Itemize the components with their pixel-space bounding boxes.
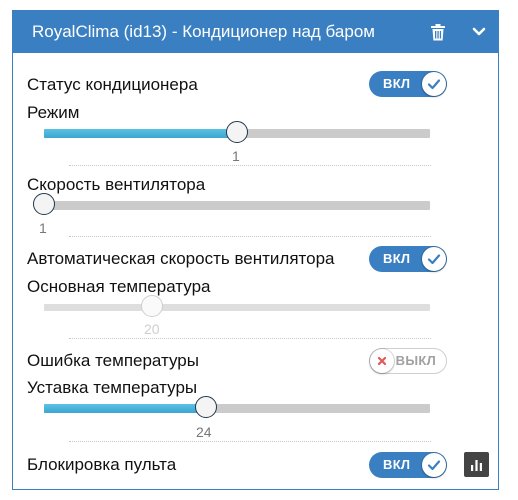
- mode-value: 1: [232, 148, 240, 164]
- fan-speed-slider[interactable]: [33, 191, 430, 219]
- divider: [69, 165, 431, 166]
- toggle-knob: [370, 349, 394, 373]
- ac-status-toggle[interactable]: ВКЛ: [369, 71, 447, 97]
- slider-handle[interactable]: [195, 396, 217, 418]
- setpoint-value: 24: [196, 424, 212, 440]
- divider: [69, 236, 431, 237]
- close-icon: [377, 356, 387, 366]
- trash-icon[interactable]: [427, 21, 449, 43]
- toggle-label: ВКЛ: [383, 76, 411, 91]
- divider: [69, 441, 431, 442]
- fan-speed-value: 1: [39, 220, 47, 236]
- auto-fan-toggle[interactable]: ВКЛ: [369, 246, 447, 272]
- slider-fill: [44, 404, 206, 413]
- toggle-knob: [422, 72, 446, 96]
- toggle-knob: [422, 453, 446, 477]
- panel-header: RoyalClima (id13) - Кондиционер над баро…: [13, 11, 498, 53]
- slider-handle[interactable]: [226, 121, 248, 143]
- auto-fan-label: Автоматическая скорость вентилятора: [27, 249, 335, 268]
- chevron-down-icon[interactable]: [468, 21, 490, 43]
- main-temp-value: 20: [144, 321, 160, 337]
- remote-lock-toggle[interactable]: ВКЛ: [369, 452, 447, 478]
- device-panel: RoyalClima (id13) - Кондиционер над баро…: [12, 10, 499, 490]
- main-temp-slider: [44, 293, 430, 321]
- check-icon: [427, 79, 441, 90]
- temp-error-toggle[interactable]: ВЫКЛ: [369, 348, 447, 374]
- check-icon: [427, 254, 441, 265]
- slider-track: [44, 201, 430, 210]
- check-icon: [427, 460, 441, 471]
- setpoint-slider[interactable]: [44, 394, 430, 422]
- divider: [69, 338, 431, 339]
- device-title: RoyalClima (id13) - Кондиционер над баро…: [32, 22, 375, 41]
- slider-track: [44, 304, 430, 311]
- slider-handle: [141, 295, 163, 317]
- toggle-knob: [422, 247, 446, 271]
- toggle-label: ВЫКЛ: [395, 353, 436, 368]
- slider-handle[interactable]: [33, 193, 55, 215]
- ac-status-label: Статус кондиционера: [27, 75, 198, 94]
- mode-slider[interactable]: [44, 119, 430, 147]
- temp-error-label: Ошибка температуры: [27, 351, 199, 370]
- toggle-label: ВКЛ: [383, 457, 411, 472]
- bar-chart-icon[interactable]: [464, 452, 489, 477]
- remote-lock-label: Блокировка пульта: [27, 455, 177, 474]
- slider-fill: [44, 129, 237, 138]
- toggle-label: ВКЛ: [383, 251, 411, 266]
